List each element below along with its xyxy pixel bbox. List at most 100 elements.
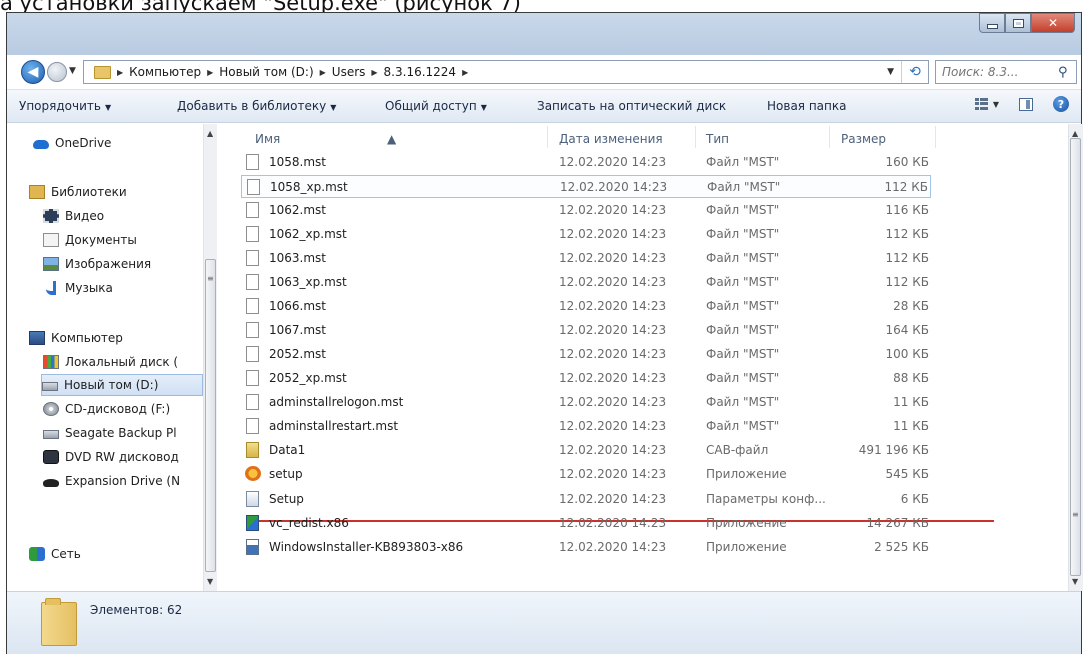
forward-button[interactable] bbox=[47, 62, 67, 82]
file-row[interactable]: 1062_xp.mst 12.02.2020 14:23 Файл "MST" … bbox=[241, 223, 931, 246]
column-divider[interactable] bbox=[547, 126, 548, 148]
file-row[interactable]: 2052.mst 12.02.2020 14:23 Файл "MST" 100… bbox=[241, 343, 931, 366]
image-icon bbox=[43, 257, 59, 271]
file-name: 1058_xp.mst bbox=[270, 180, 348, 194]
nav-item-network[interactable]: Сеть bbox=[29, 543, 225, 565]
refresh-button[interactable]: ⟲ bbox=[901, 61, 928, 83]
burn-disc-button[interactable]: Записать на оптический диск bbox=[537, 99, 726, 113]
nav-item-label: CD-дисковод (F:) bbox=[65, 402, 171, 416]
file-list-scrollbar[interactable]: ▲ ≡ ▼ bbox=[1068, 124, 1083, 591]
file-row[interactable]: 1067.mst 12.02.2020 14:23 Файл "MST" 164… bbox=[241, 319, 931, 342]
breadcrumb-separator-icon[interactable]: ▶ bbox=[371, 68, 377, 77]
breadcrumb-separator-icon[interactable]: ▶ bbox=[462, 68, 468, 77]
file-name: vc_redist.x86 bbox=[269, 516, 349, 530]
file-type: Файл "MST" bbox=[707, 180, 781, 194]
search-box[interactable]: ⚲ bbox=[935, 60, 1077, 84]
column-divider[interactable] bbox=[695, 126, 696, 148]
add-to-library-button[interactable]: Добавить в библиотеку ▼ bbox=[177, 99, 336, 113]
nav-item-label: Новый том (D:) bbox=[64, 378, 159, 392]
help-icon[interactable]: ? bbox=[1053, 96, 1069, 112]
close-button[interactable]: ✕ bbox=[1031, 13, 1075, 33]
file-row[interactable]: adminstallrelogon.mst 12.02.2020 14:23 Ф… bbox=[241, 391, 931, 414]
libraries-icon bbox=[29, 185, 45, 199]
new-folder-button[interactable]: Новая папка bbox=[767, 99, 846, 113]
scroll-up-icon[interactable]: ▲ bbox=[207, 129, 213, 138]
chevron-down-icon: ▼ bbox=[104, 103, 112, 112]
file-name: 2052_xp.mst bbox=[269, 371, 347, 385]
change-view-icon[interactable] bbox=[974, 98, 989, 110]
file-row[interactable]: 1063.mst 12.02.2020 14:23 Файл "MST" 112… bbox=[241, 247, 931, 270]
file-row[interactable]: adminstallrestart.mst 12.02.2020 14:23 Ф… bbox=[241, 415, 931, 438]
file-name: 1062.mst bbox=[269, 203, 326, 217]
file-name: 1067.mst bbox=[269, 323, 326, 337]
file-row[interactable]: 1066.mst 12.02.2020 14:23 Файл "MST" 28 … bbox=[241, 295, 931, 318]
scroll-down-icon[interactable]: ▼ bbox=[207, 577, 213, 586]
file-row[interactable]: 1058.mst 12.02.2020 14:23 Файл "MST" 160… bbox=[241, 151, 931, 174]
file-row[interactable]: WindowsInstaller-KB893803-x86 12.02.2020… bbox=[241, 536, 931, 559]
breadcrumb-separator-icon[interactable]: ▶ bbox=[117, 68, 123, 77]
column-header-date[interactable]: Дата изменения bbox=[559, 132, 663, 146]
scroll-up-icon[interactable]: ▲ bbox=[1072, 129, 1078, 138]
nav-item-label: Компьютер bbox=[51, 331, 123, 345]
file-name: adminstallrestart.mst bbox=[269, 419, 399, 433]
column-header-name[interactable]: Имя bbox=[255, 132, 280, 146]
file-row[interactable]: Setup 12.02.2020 14:23 Параметры конф...… bbox=[241, 488, 931, 511]
breadcrumb-version-folder[interactable]: 8.3.16.1224 bbox=[384, 65, 457, 79]
recent-pages-chevron-down-icon[interactable]: ▼ bbox=[69, 66, 76, 76]
preview-pane-icon[interactable] bbox=[1019, 97, 1033, 111]
command-bar: Упорядочить ▼ Добавить в библиотеку ▼ Общи… bbox=[7, 89, 1081, 123]
file-row[interactable]: vc_redist.x86 12.02.2020 14:23 Приложени… bbox=[241, 512, 931, 535]
share-button[interactable]: Общий доступ ▼ bbox=[385, 99, 487, 113]
file-row[interactable]: 1062.mst 12.02.2020 14:23 Файл "MST" 116… bbox=[241, 199, 931, 222]
file-date: 12.02.2020 14:23 bbox=[559, 251, 667, 265]
maximize-icon bbox=[1012, 18, 1024, 28]
breadcrumb-separator-icon[interactable]: ▶ bbox=[207, 68, 213, 77]
breadcrumb-users[interactable]: Users bbox=[332, 65, 366, 79]
maximize-button[interactable] bbox=[1005, 13, 1031, 33]
file-date: 12.02.2020 14:23 bbox=[559, 443, 667, 457]
address-bar[interactable]: ▶ Компьютер ▶ Новый том (D:) ▶ Users ▶ 8… bbox=[83, 60, 929, 84]
search-icon[interactable]: ⚲ bbox=[1058, 65, 1068, 80]
window-controls: ✕ bbox=[979, 13, 1075, 33]
title-bar: ✕ bbox=[7, 13, 1081, 55]
address-history-chevron-down-icon[interactable]: ▼ bbox=[880, 67, 901, 77]
scrollbar-thumb[interactable] bbox=[205, 259, 216, 572]
organize-button[interactable]: Упорядочить ▼ bbox=[19, 99, 111, 113]
file-row[interactable]: Data1 12.02.2020 14:23 CAB-файл 491 196 … bbox=[241, 439, 931, 462]
breadcrumb-computer[interactable]: Компьютер bbox=[129, 65, 201, 79]
breadcrumb-separator-icon[interactable]: ▶ bbox=[320, 68, 326, 77]
column-divider[interactable] bbox=[935, 126, 936, 148]
file-row[interactable]: 2052_xp.mst 12.02.2020 14:23 Файл "MST" … bbox=[241, 367, 931, 390]
view-options-chevron-down-icon[interactable]: ▼ bbox=[993, 100, 999, 109]
dvd-drive-icon bbox=[43, 450, 59, 464]
column-header-type[interactable]: Тип bbox=[706, 132, 729, 146]
file-name: 1063.mst bbox=[269, 251, 326, 265]
scroll-down-icon[interactable]: ▼ bbox=[1072, 577, 1078, 586]
column-header-size[interactable]: Размер bbox=[841, 132, 886, 146]
search-input[interactable] bbox=[936, 64, 1054, 80]
column-divider[interactable] bbox=[829, 126, 830, 148]
file-date: 12.02.2020 14:23 bbox=[559, 516, 667, 530]
minimize-button[interactable] bbox=[979, 13, 1005, 33]
file-size: 112 КБ bbox=[885, 251, 929, 265]
file-type: Приложение bbox=[706, 467, 787, 481]
nav-item-computer[interactable]: Компьютер bbox=[29, 327, 225, 349]
msi-installer-icon bbox=[246, 539, 259, 555]
share-label: Общий доступ bbox=[385, 99, 477, 113]
file-row-hovered[interactable]: 1058_xp.mst 12.02.2020 14:23 Файл "MST" … bbox=[241, 175, 931, 198]
nav-item-label: Музыка bbox=[65, 281, 113, 295]
file-row[interactable]: 1063_xp.mst 12.02.2020 14:23 Файл "MST" … bbox=[241, 271, 931, 294]
nav-item-new-volume[interactable]: Новый том (D:) bbox=[41, 374, 203, 396]
nav-item-onedrive[interactable]: OneDrive bbox=[33, 132, 229, 154]
nav-item-libraries[interactable]: Библиотеки bbox=[29, 181, 225, 203]
breadcrumb-new-volume[interactable]: Новый том (D:) bbox=[219, 65, 313, 79]
file-icon bbox=[246, 250, 259, 266]
file-date: 12.02.2020 14:23 bbox=[559, 227, 667, 241]
file-row-setup[interactable]: setup 12.02.2020 14:23 Приложение 545 КБ bbox=[241, 463, 931, 486]
navigation-pane-scrollbar[interactable]: ▲ ≡ ▼ bbox=[203, 124, 218, 591]
file-icon bbox=[246, 346, 259, 362]
back-button[interactable]: ◀ bbox=[21, 60, 45, 84]
file-name: adminstallrelogon.mst bbox=[269, 395, 404, 409]
burn-disc-label: Записать на оптический диск bbox=[537, 99, 727, 113]
file-name: 1066.mst bbox=[269, 299, 326, 313]
